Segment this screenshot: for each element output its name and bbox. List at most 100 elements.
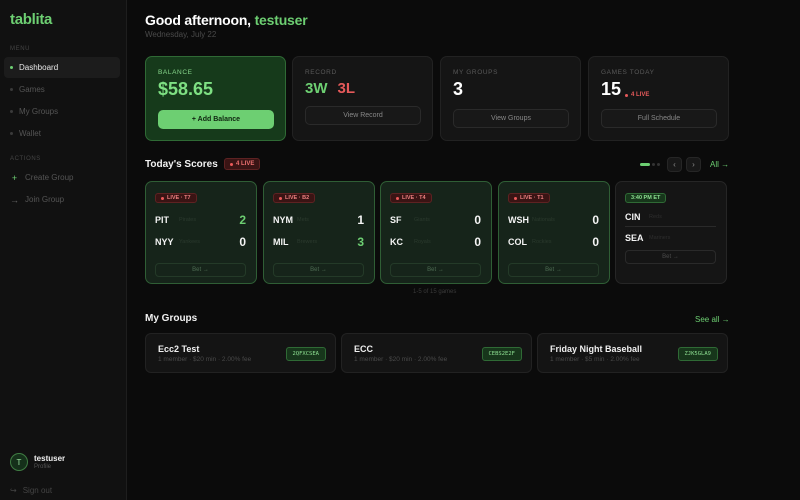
team-score: 0 <box>474 213 481 227</box>
group-name: ECC <box>354 344 374 354</box>
groups-value: 3 <box>453 79 464 99</box>
game-card[interactable]: LIVE · T7 PIT Pirates 2 NYY Yankees 0 Be… <box>145 181 257 284</box>
team-score: 0 <box>592 235 599 249</box>
scores-live-text: 4 LIVE <box>236 161 255 167</box>
team-abbr: CIN <box>625 212 641 222</box>
scores-title: Today's Scores <box>145 159 218 170</box>
scores-next-button[interactable]: › <box>686 157 701 172</box>
away-team-row: PIT Pirates 2 <box>155 213 246 227</box>
profile-link[interactable]: Profile <box>34 464 65 470</box>
group-code[interactable]: ZJK5GLA9 <box>677 347 718 361</box>
team-score: 0 <box>474 235 481 249</box>
bet-button[interactable]: Bet → <box>508 263 599 277</box>
profile-card[interactable]: T testuser Profile <box>10 453 65 471</box>
game-card[interactable]: LIVE · T1 WSH Nationals 0 COL Rockies 0 … <box>498 181 610 284</box>
live-dot-icon <box>279 196 282 200</box>
live-dot-icon <box>514 196 517 200</box>
sidebar-item-label: Dashboard <box>19 63 59 72</box>
page-dot[interactable] <box>652 163 655 166</box>
team-name: Giants <box>414 217 430 223</box>
group-name: Friday Night Baseball <box>550 344 643 354</box>
group-meta: 1 member · $5 min · 2.00% fee <box>550 356 640 363</box>
group-name: Ecc2 Test <box>158 344 200 354</box>
group-code[interactable]: CEBS2E2F <box>481 347 522 361</box>
game-card[interactable]: LIVE · T4 SF Giants 0 KC Royals 0 Bet → <box>380 181 492 284</box>
sidebar-item-label: Games <box>19 85 45 94</box>
team-name: Nationals <box>532 217 555 223</box>
sidebar-item-wallet[interactable]: Wallet <box>4 123 120 144</box>
home-team-row: SEA Mariners <box>625 231 716 245</box>
group-card[interactable]: Friday Night Baseball 1 member · $5 min … <box>537 333 728 373</box>
games-count: 1-5 of 15 games <box>413 289 457 295</box>
game-status-badge: LIVE · T1 <box>508 193 550 203</box>
full-schedule-button[interactable]: Full Schedule <box>601 109 717 128</box>
date-subtitle: Wednesday, July 22 <box>145 30 217 39</box>
record-value: 3W 3L <box>305 80 355 97</box>
team-name: Royals <box>414 239 431 245</box>
game-status-text: LIVE · T4 <box>402 195 426 201</box>
group-card[interactable]: Ecc2 Test 1 member · $20 min · 2.00% fee… <box>145 333 336 373</box>
all-scores-link[interactable]: All → <box>710 160 729 169</box>
scores-prev-button[interactable]: ‹ <box>667 157 682 172</box>
menu-heading: MENU <box>10 46 31 52</box>
away-team-row: WSH Nationals 0 <box>508 213 599 227</box>
groups-title: My Groups <box>145 313 198 324</box>
balance-label: BALANCE <box>158 69 193 76</box>
game-status-text: LIVE · B2 <box>285 195 310 201</box>
game-status-text: LIVE · T7 <box>167 195 191 201</box>
view-record-button[interactable]: View Record <box>305 106 421 125</box>
team-score: 2 <box>239 213 246 227</box>
live-dot-icon <box>625 93 628 97</box>
group-code[interactable]: 2QFXCSEA <box>285 347 326 361</box>
group-card[interactable]: ECC 1 member · $20 min · 2.00% fee CEBS2… <box>341 333 532 373</box>
page-dot-active[interactable] <box>640 163 650 166</box>
away-team-row: NYM Mets 1 <box>273 213 364 227</box>
home-team-row: MIL Brewers 3 <box>273 235 364 249</box>
page-title: Good afternoon, testuser <box>145 12 308 28</box>
team-abbr: PIT <box>155 215 170 225</box>
team-score: 0 <box>239 235 246 249</box>
page-dot[interactable] <box>657 163 660 166</box>
add-balance-button[interactable]: + Add Balance <box>158 110 274 129</box>
bet-button[interactable]: Bet → <box>155 263 246 277</box>
game-card[interactable]: LIVE · B2 NYM Mets 1 MIL Brewers 3 Bet → <box>263 181 375 284</box>
view-groups-button[interactable]: View Groups <box>453 109 569 128</box>
sidebar-item-games[interactable]: Games <box>4 79 120 100</box>
record-losses: 3L <box>337 80 356 97</box>
sidebar-item-my-groups[interactable]: My Groups <box>4 101 120 122</box>
team-abbr: SF <box>390 215 402 225</box>
game-time-text: 3:40 PM ET <box>631 195 661 201</box>
home-team-row: KC Royals 0 <box>390 235 481 249</box>
sidebar-item-label: My Groups <box>19 107 59 116</box>
team-abbr: SEA <box>625 233 644 243</box>
create-group-label: Create Group <box>25 173 74 182</box>
away-team-row: CIN Reds <box>625 210 716 224</box>
game-card-upcoming[interactable]: 3:40 PM ET CIN Reds SEA Mariners Bet → <box>615 181 727 284</box>
sign-out-label: Sign out <box>22 486 53 495</box>
game-status-text: LIVE · T1 <box>520 195 544 201</box>
bet-button[interactable]: Bet → <box>273 263 364 277</box>
scores-pagination[interactable] <box>640 163 662 166</box>
my-groups-card: MY GROUPS 3 View Groups <box>440 56 581 141</box>
live-dot-icon <box>230 162 233 166</box>
game-time-badge: 3:40 PM ET <box>625 193 667 203</box>
bet-button[interactable]: Bet → <box>390 263 481 277</box>
team-name: Brewers <box>297 239 318 245</box>
team-score: 1 <box>357 213 364 227</box>
divider <box>625 226 716 227</box>
team-abbr: WSH <box>508 215 529 225</box>
join-group-button[interactable]: → Join Group <box>4 189 120 210</box>
create-group-button[interactable]: + Create Group <box>4 167 120 188</box>
dot-icon <box>10 88 13 91</box>
sign-out-button[interactable]: ↪ Sign out <box>10 486 52 495</box>
sidebar-item-dashboard[interactable]: Dashboard <box>4 57 120 78</box>
scores-live-badge: 4 LIVE <box>224 158 261 170</box>
see-all-groups-link[interactable]: See all → <box>695 315 730 324</box>
games-today-value: 15 <box>601 79 622 99</box>
app-logo[interactable]: tablita <box>10 11 52 28</box>
team-abbr: NYY <box>155 237 174 247</box>
profile-name: testuser <box>34 454 66 463</box>
group-meta: 1 member · $20 min · 2.00% fee <box>354 356 448 363</box>
team-abbr: COL <box>508 237 527 247</box>
bet-button[interactable]: Bet → <box>625 250 716 264</box>
